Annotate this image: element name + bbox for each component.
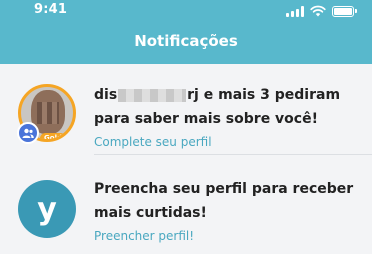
redacted-name <box>118 88 187 102</box>
battery-icon <box>332 5 357 17</box>
message-start: dis <box>94 87 118 103</box>
notification-message: Preencha seu perfil para receber mais cu… <box>94 181 354 221</box>
status-icons <box>286 5 357 17</box>
status-time: 9:41 <box>34 2 68 17</box>
page-title: Notificações <box>134 32 238 50</box>
notification-content: dis rj e mais 3 pediram para saber mais s… <box>94 83 362 149</box>
notifications-screen: 9:41 Notificações Gold dis rj e mais 3 p… <box>0 0 372 254</box>
wifi-icon <box>310 5 326 17</box>
notification-item[interactable]: Gold dis rj e mais 3 pediram para saber m… <box>0 64 372 155</box>
status-bar: 9:41 <box>0 0 372 22</box>
notification-content: Preencha seu perfil para receber mais cu… <box>94 177 362 243</box>
avatar[interactable]: Gold <box>17 84 76 144</box>
header-bar: 9:41 Notificações <box>0 0 372 64</box>
notification-item[interactable]: y Preencha seu perfil para receber mais … <box>0 155 372 246</box>
notification-message: dis rj e mais 3 pediram para saber mais s… <box>94 83 362 131</box>
people-icon <box>17 122 39 144</box>
fill-profile-link[interactable]: Preencher perfil! <box>94 229 362 243</box>
brand-avatar[interactable]: y <box>18 180 76 238</box>
signal-icon <box>286 5 304 17</box>
gold-badge: Gold <box>40 133 66 139</box>
notification-list: Gold dis rj e mais 3 pediram para saber m… <box>0 64 372 246</box>
complete-profile-link[interactable]: Complete seu perfil <box>94 135 362 149</box>
